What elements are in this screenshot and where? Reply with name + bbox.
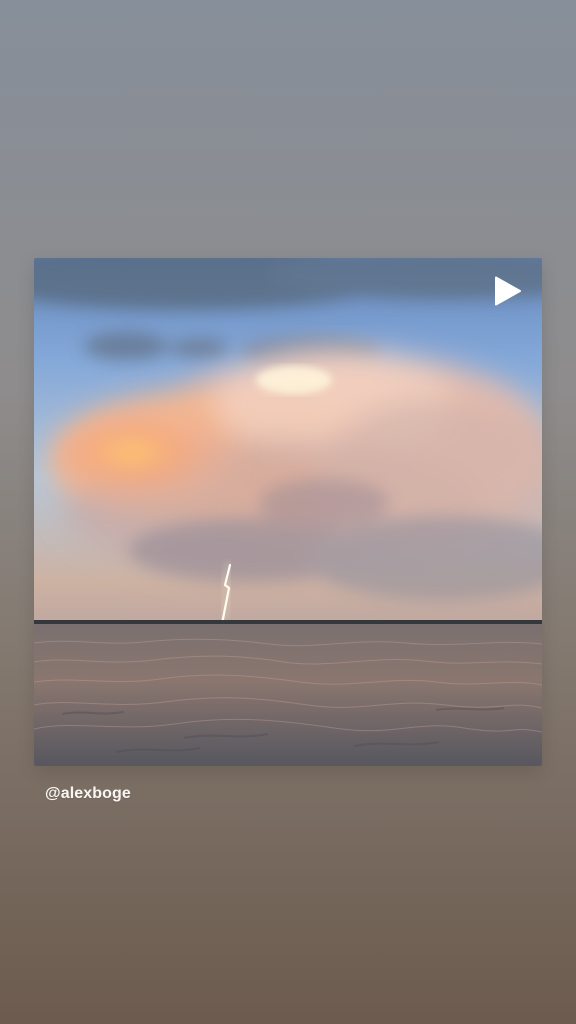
storm-sunset-lightning-image bbox=[34, 258, 542, 766]
shared-video-post[interactable] bbox=[34, 258, 542, 766]
story-view: @alexboge bbox=[0, 0, 576, 1024]
play-icon bbox=[495, 276, 521, 306]
author-credit[interactable]: @alexboge bbox=[45, 785, 131, 803]
play-button[interactable] bbox=[494, 276, 522, 306]
